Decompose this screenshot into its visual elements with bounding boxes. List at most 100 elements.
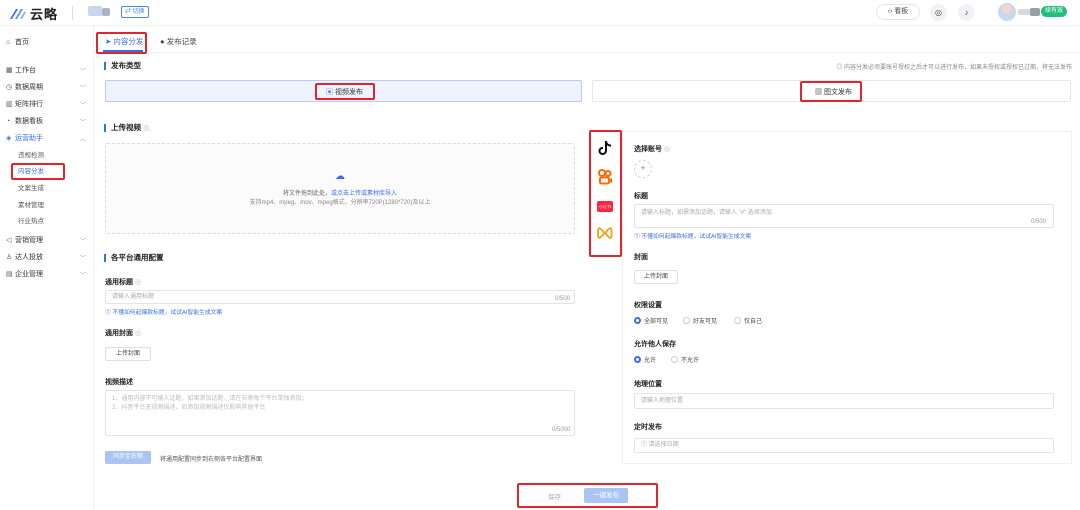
title-counter: 0/500 <box>1031 219 1047 225</box>
video-desc-label: 视频描述 <box>105 379 133 386</box>
chevron-down-icon: ﹀ <box>79 68 86 75</box>
tab-records[interactable]: ● 发布记录 <box>160 32 197 52</box>
ai-title-link-right[interactable]: ① 不懂如何起爆款标题，试试AI智能生成文案 <box>634 231 751 240</box>
radio-allow[interactable]: 允许 <box>634 355 656 364</box>
building-icon: ▤ <box>6 271 13 278</box>
ai-title-link[interactable]: ① 不懂如何起爆款标题，试试AI智能生成文案 <box>105 307 222 316</box>
tab-label: 发布记录 <box>166 37 197 46</box>
radio-label: 允许 <box>644 358 657 364</box>
header-divider <box>72 6 73 20</box>
tab-distribute[interactable]: ➤ 内容分发 <box>105 32 143 52</box>
sidebar-item-label: 矩阵排行 <box>15 101 43 108</box>
schedule-date-picker[interactable]: ① 请选择日期 <box>634 438 1054 453</box>
radio-perm-friends[interactable]: 好友可见 <box>683 316 717 325</box>
switch-workspace-button[interactable]: ⇄ 切换 <box>121 6 149 18</box>
chevron-down-icon: ﹀ <box>79 255 86 262</box>
logo-icon <box>10 8 26 19</box>
radio-disallow[interactable]: 不允许 <box>671 355 699 364</box>
sidebar-item-dashboard[interactable]: ◔ 数据看板 ﹀ <box>6 115 90 127</box>
one-click-publish-button[interactable]: 一键发布 <box>584 488 628 503</box>
sidebar-item-label: 运营助手 <box>15 135 43 142</box>
assistant-icon: ◈ <box>6 135 12 142</box>
sidebar-item-home[interactable]: ⌂ 首页 <box>6 36 90 48</box>
kuaishou-icon[interactable] <box>596 168 614 186</box>
common-cover-label-text: 通用封面 <box>105 330 133 337</box>
schedule-placeholder: ① 请选择日期 <box>641 442 679 448</box>
image-publish-option[interactable]: ▧ 图文发布 <box>592 80 1071 102</box>
location-label: 地理位置 <box>634 381 662 388</box>
common-title-counter: 0/500 <box>555 296 571 302</box>
sidebar-item-workbench[interactable]: ▦ 工作台 ﹀ <box>6 64 90 76</box>
bell-icon[interactable]: ♪ <box>958 4 975 21</box>
add-account-button[interactable]: + <box>634 160 652 178</box>
sidebar-item-label: 达人投放 <box>15 254 43 261</box>
sidebar-sub-copywriting[interactable]: 文案生成 <box>18 183 44 195</box>
location-input[interactable]: 请输入地理位置 <box>634 393 1054 409</box>
radio-label: 好友可见 <box>693 319 718 325</box>
tabs-divider <box>94 52 1080 53</box>
radio-dot-checked <box>634 356 641 363</box>
chevron-down-icon: ﹀ <box>79 85 86 92</box>
sidebar-item-label: 数据周期 <box>15 84 43 91</box>
help-icon: ◎ <box>663 146 671 153</box>
top-header: 云略 ⇄ 切换 ‹› 看板 ◎ ♪ 续有效 <box>0 0 1080 26</box>
common-upload-cover-button[interactable]: 上传封面 <box>105 347 151 361</box>
app-logo[interactable]: 云略 <box>8 4 58 23</box>
sidebar-item-ranking[interactable]: ▥ 矩阵排行 ﹀ <box>6 98 90 110</box>
auth-notice-text: 内容分发必须要账号授权之后才可以进行发布，如果未授权或授权已过期，将无法发布 <box>843 65 1072 71</box>
message-icon[interactable]: ◎ <box>930 4 947 21</box>
desc-placeholder-2: 2、抖音平台无视频描述，如添加视频描述仅影响其他平台 <box>112 405 266 411</box>
radio-dot <box>671 356 678 363</box>
save-button[interactable]: 保存 <box>548 491 561 501</box>
chevron-up-icon: ︿ <box>79 136 86 143</box>
sidebar-sub-distribute[interactable]: 内容分发 <box>18 166 44 178</box>
image-icon: ▧ <box>815 89 822 96</box>
common-title-label: 通用标题 ◎ <box>105 277 141 287</box>
sidebar: ⌂ 首页 ▦ 工作台 ﹀ ◷ 数据周期 ﹀ ▥ 矩阵排行 ﹀ ◔ 数据看板 ﹀ … <box>0 26 94 510</box>
video-icon: ▣ <box>326 89 333 96</box>
video-desc-textarea[interactable]: 1、通用内容不可输入话题，如果添加话题，请在右侧每个平台单独添加； 2、抖音平台… <box>105 390 575 436</box>
sidebar-item-influencer[interactable]: ♙ 达人投放 ﹀ <box>6 251 90 263</box>
platform-rail: 小红书 <box>588 131 621 257</box>
sidebar-sub-trends[interactable]: 行业热点 <box>18 216 44 228</box>
cloud-upload-icon: ☁ <box>335 171 345 182</box>
help-icon: ◎ <box>134 279 142 286</box>
sidebar-item-label: 工作台 <box>15 67 36 74</box>
dashboard-button[interactable]: ‹› 看板 <box>876 4 920 20</box>
radio-label: 仅自己 <box>744 319 763 325</box>
sidebar-item-enterprise[interactable]: ▤ 企业管理 ﹀ <box>6 268 90 280</box>
sidebar-sub-assets[interactable]: 素材管理 <box>18 200 44 212</box>
avatar[interactable] <box>998 3 1016 21</box>
auth-notice: ◎ 内容分发必须要账号授权之后才可以进行发布，如果未授权或授权已过期，将无法发布 <box>836 65 1072 71</box>
sidebar-item-data-cycle[interactable]: ◷ 数据周期 ﹀ <box>6 81 90 93</box>
sidebar-item-assistant[interactable]: ◈ 运营助手 ︿ <box>6 132 90 144</box>
video-publish-option[interactable]: ▣ 视频发布 <box>105 80 582 102</box>
upload-title: 上传视频 <box>111 123 141 132</box>
workspace-thumb-2 <box>102 8 110 16</box>
common-title-placeholder: 请输入通用标题 <box>112 294 155 300</box>
person-icon: ♙ <box>6 254 13 261</box>
radio-perm-self[interactable]: 仅自己 <box>734 316 762 325</box>
channels-logo <box>597 227 613 239</box>
sidebar-item-marketing[interactable]: ◁ 营销管理 ﹀ <box>6 234 90 246</box>
radio-perm-all[interactable]: 全部可见 <box>634 316 668 325</box>
xiaohongshu-icon[interactable]: 小红书 <box>596 197 614 215</box>
upload-hint: 将文件拖到此处，或点击上传或素材库导入 <box>106 188 574 197</box>
desc-counter: 0/5000 <box>552 427 571 433</box>
sidebar-item-label: 首页 <box>15 39 29 46</box>
douyin-icon[interactable] <box>596 139 614 157</box>
title-input[interactable]: 请输入标题，如需添加话题，请输入 "#" 选择添加 <box>634 204 1054 228</box>
username-redacted-2 <box>1030 8 1040 16</box>
sync-to-right-button[interactable]: 同步至右侧 <box>105 451 151 464</box>
upload-cover-button[interactable]: 上传封面 <box>634 270 678 284</box>
vip-badge[interactable]: 续有效 <box>1041 6 1068 17</box>
channels-icon[interactable] <box>596 224 614 242</box>
title-label: 标题 <box>634 193 648 200</box>
video-upload-dropzone[interactable]: ☁ 将文件拖到此处，或点击上传或素材库导入 支持mp4、mpeg、mov、mpe… <box>105 143 575 234</box>
image-publish-label: ▧ 图文发布 <box>815 87 852 97</box>
common-title-input[interactable]: 请输入通用标题 <box>105 290 575 304</box>
sidebar-sub-violation[interactable]: 违规检测 <box>18 150 44 162</box>
sync-hint: 将通用配置同步到右侧各平台配置界面 <box>160 457 263 463</box>
vip-label: 续有效 <box>1045 8 1064 14</box>
permission-label: 权限设置 <box>634 302 662 309</box>
